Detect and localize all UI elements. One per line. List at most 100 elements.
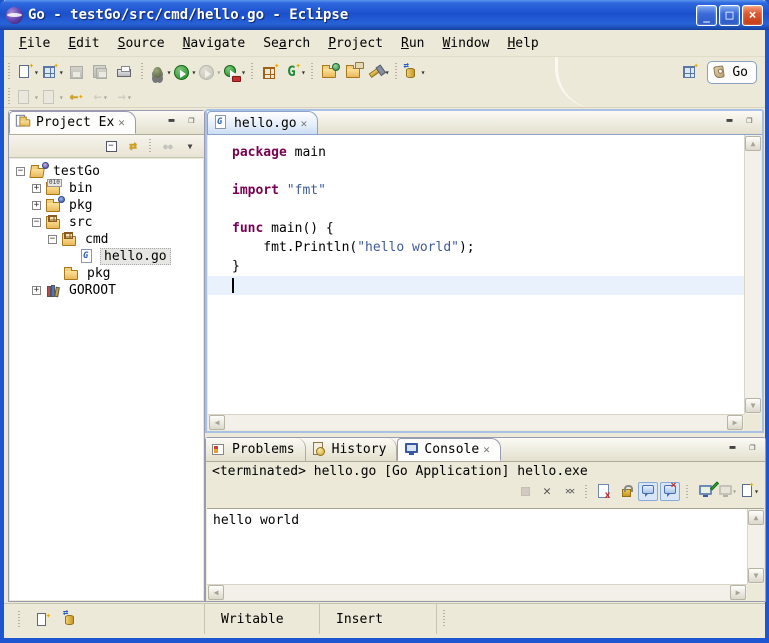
search-button[interactable]: ▾: [367, 60, 390, 84]
synchronize-trim-button[interactable]: [62, 611, 79, 628]
menu-edit[interactable]: Edit: [59, 33, 108, 54]
import-button[interactable]: [319, 60, 341, 84]
profile-button[interactable]: ▾: [198, 60, 221, 84]
previous-annotation-button[interactable]: ▾: [41, 85, 64, 109]
collapse-all-button[interactable]: −: [101, 137, 121, 155]
fast-view-button[interactable]: ✦: [35, 611, 52, 628]
toolbar-grip[interactable]: [6, 63, 13, 81]
toolbar-grip[interactable]: [139, 63, 146, 81]
code-editor[interactable]: package main import "fmt" func main() { …: [208, 135, 744, 414]
go-perspective-button[interactable]: Go: [707, 61, 757, 84]
toolbar-grip[interactable]: [309, 63, 316, 81]
toolbar-grip[interactable]: [393, 63, 400, 81]
menu-navigate[interactable]: Navigate: [174, 33, 255, 54]
menu-search[interactable]: Search: [254, 33, 319, 54]
print-button[interactable]: [114, 60, 136, 84]
close-editor-icon[interactable]: ✕: [301, 117, 308, 130]
dropdown-icon[interactable]: ▾: [191, 68, 196, 77]
last-edit-location-button[interactable]: ←✦: [66, 85, 88, 109]
display-console-button[interactable]: ▾: [717, 482, 737, 501]
maximize-button[interactable]: □: [719, 5, 740, 26]
clear-console-button[interactable]: [594, 482, 614, 501]
tree-row-pkg2[interactable]: pkg: [10, 265, 203, 282]
menu-file[interactable]: File: [10, 33, 59, 54]
dropdown-icon[interactable]: ▾: [732, 487, 737, 496]
scroll-up-icon[interactable]: ▲: [745, 136, 761, 151]
minimize-view-button[interactable]: ▬: [163, 113, 180, 128]
close-view-icon[interactable]: ✕: [483, 443, 490, 456]
forward-button[interactable]: →▾: [114, 85, 136, 109]
scroll-left-icon[interactable]: ◀: [208, 585, 224, 600]
new-go-project-button[interactable]: ✦: [259, 60, 281, 84]
remove-launch-button[interactable]: ✕: [537, 482, 557, 501]
debug-button[interactable]: ▾: [149, 60, 172, 84]
console-horizontal-scrollbar[interactable]: ◀ ▶: [207, 584, 747, 600]
scroll-down-icon[interactable]: ▼: [745, 398, 761, 413]
editor-vertical-scrollbar[interactable]: ▲ ▼: [744, 135, 761, 414]
new-wizard-button[interactable]: ✦▾: [16, 60, 39, 84]
menu-source[interactable]: Source: [109, 33, 174, 54]
save-button[interactable]: [66, 60, 88, 84]
menu-window[interactable]: Window: [433, 33, 498, 54]
link-with-editor-button[interactable]: ⇄: [123, 137, 143, 155]
scroll-up-icon[interactable]: ▲: [748, 510, 764, 525]
scroll-right-icon[interactable]: ▶: [727, 415, 743, 430]
close-button[interactable]: ×: [742, 5, 763, 26]
toolbar-grip[interactable]: [249, 63, 256, 81]
tree-row-cmd[interactable]: − cmd: [10, 231, 203, 248]
toolbar-grip[interactable]: [6, 88, 13, 106]
focus-button[interactable]: ●●: [158, 137, 178, 155]
tree-row-testgo[interactable]: − testGo: [10, 163, 203, 180]
open-console-button[interactable]: ✦▾: [739, 482, 759, 501]
menu-help[interactable]: Help: [498, 33, 547, 54]
dropdown-icon[interactable]: ▾: [59, 93, 64, 102]
dropdown-icon[interactable]: ▾: [59, 68, 64, 77]
dropdown-icon[interactable]: ▾: [241, 68, 246, 77]
next-annotation-button[interactable]: ▾: [16, 85, 39, 109]
pin-console-button[interactable]: [695, 482, 715, 501]
dropdown-icon[interactable]: ▾: [34, 93, 39, 102]
dropdown-icon[interactable]: ▾: [167, 68, 172, 77]
collapse-expander-icon[interactable]: −: [48, 235, 57, 244]
tree-row-pkg[interactable]: + pkg: [10, 197, 203, 214]
tab-hello-go[interactable]: hello.go ✕: [207, 111, 318, 134]
dropdown-icon[interactable]: ▾: [216, 68, 221, 77]
maximize-view-button[interactable]: ❐: [744, 440, 761, 455]
tree-row-goroot[interactable]: + GOROOT: [10, 282, 203, 299]
console-output-area[interactable]: hello world ▲ ▼ ◀ ▶: [207, 508, 764, 600]
menu-project[interactable]: Project: [319, 33, 392, 54]
minimize-view-button[interactable]: ▬: [724, 440, 741, 455]
editor-horizontal-scrollbar[interactable]: ◀ ▶: [208, 414, 744, 430]
new-go-file-button[interactable]: G✦▾: [283, 60, 306, 84]
close-view-icon[interactable]: ✕: [118, 116, 125, 129]
tab-history[interactable]: History: [306, 438, 398, 461]
dropdown-icon[interactable]: ▾: [421, 68, 426, 77]
dropdown-icon[interactable]: ▾: [754, 487, 759, 496]
tree-row-hello-go[interactable]: hello.go: [10, 248, 203, 265]
remove-all-terminated-button[interactable]: ✕✕: [559, 482, 579, 501]
maximize-view-button[interactable]: ❐: [183, 113, 200, 128]
back-button[interactable]: ←▾: [90, 85, 112, 109]
expand-expander-icon[interactable]: +: [32, 184, 41, 193]
menu-run[interactable]: Run: [392, 33, 433, 54]
open-perspective-button[interactable]: ✦: [678, 60, 700, 84]
scroll-right-icon[interactable]: ▶: [730, 585, 746, 600]
save-all-button[interactable]: [90, 60, 112, 84]
dropdown-icon[interactable]: ▾: [34, 68, 39, 77]
scroll-down-icon[interactable]: ▼: [748, 568, 764, 583]
tab-problems[interactable]: Problems: [206, 438, 306, 461]
tree-row-src[interactable]: − src: [10, 214, 203, 231]
maximize-editor-button[interactable]: ❐: [741, 113, 758, 128]
run-button[interactable]: ▾: [173, 60, 196, 84]
new-project-button[interactable]: ✦▾: [41, 60, 64, 84]
show-stderr-button[interactable]: [660, 482, 680, 501]
scroll-lock-button[interactable]: [616, 482, 636, 501]
expand-expander-icon[interactable]: +: [32, 201, 41, 210]
export-button[interactable]: [343, 60, 365, 84]
external-tools-button[interactable]: ▾: [223, 60, 246, 84]
minimize-editor-button[interactable]: ▬: [721, 113, 738, 128]
view-menu-button[interactable]: ▼: [180, 137, 200, 155]
show-stdout-button[interactable]: [638, 482, 658, 501]
minimize-button[interactable]: _: [696, 5, 717, 26]
dropdown-icon[interactable]: ▾: [103, 93, 108, 102]
